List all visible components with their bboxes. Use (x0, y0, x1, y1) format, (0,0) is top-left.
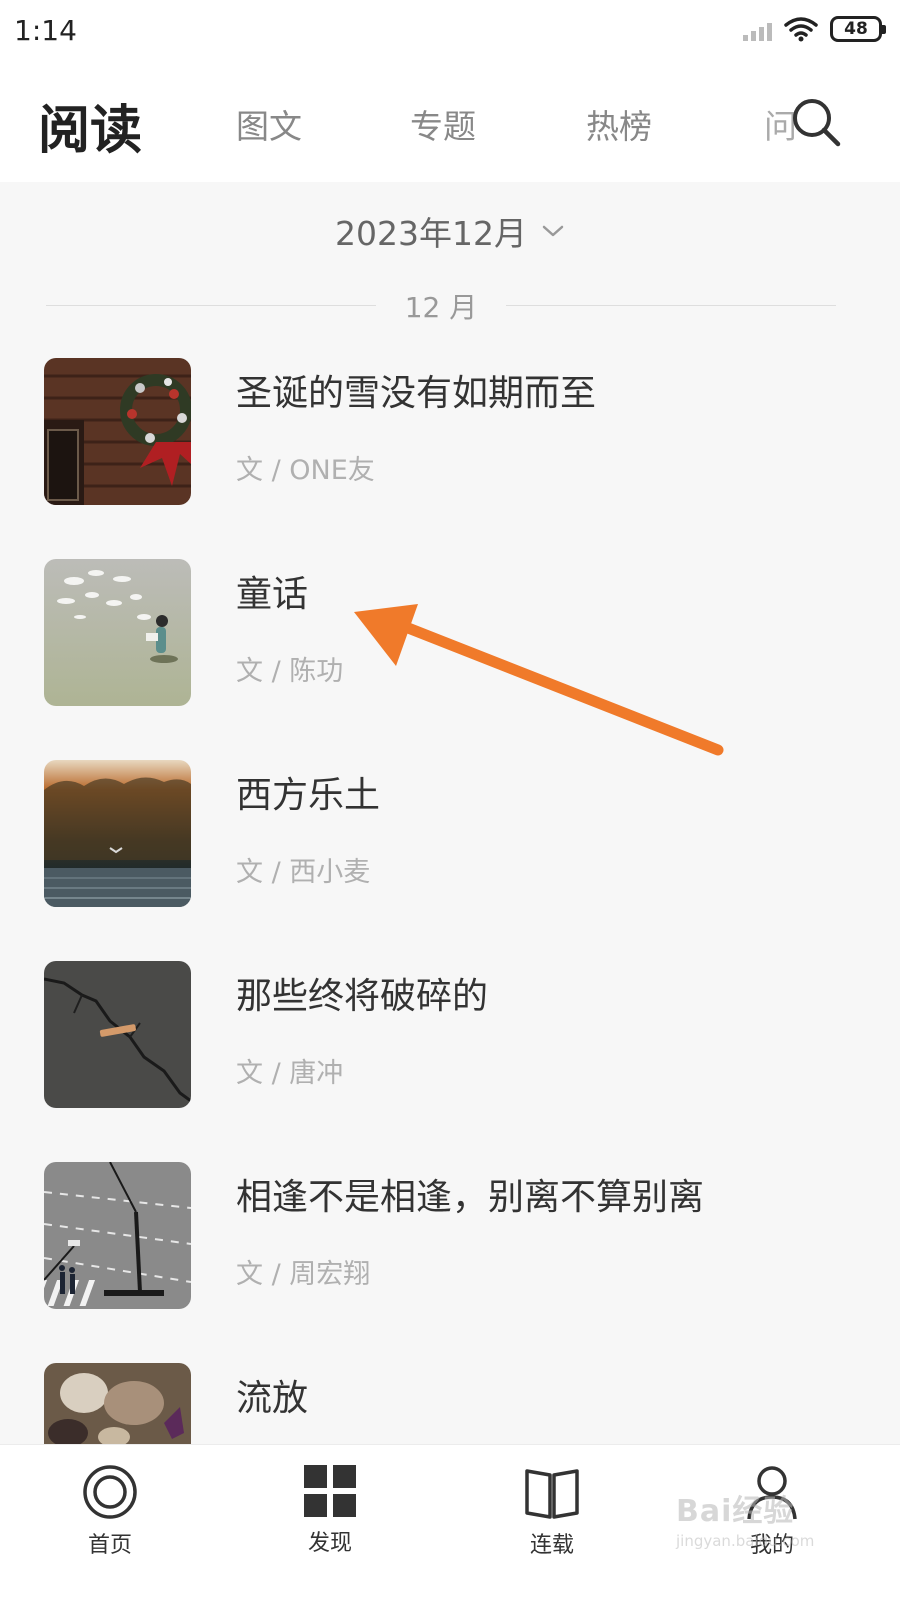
article-item[interactable]: 那些终将破碎的 文 / 唐冲 (0, 961, 900, 1111)
search-button[interactable] (788, 94, 844, 150)
article-author: 文 / 西小麦 (236, 857, 371, 888)
section-divider: 12 月 (46, 284, 836, 328)
bottom-nav: 首页 发现 连载 我的 (0, 1444, 900, 1600)
divider-line-left (46, 305, 376, 306)
bottom-tab-label: 发现 (307, 1531, 352, 1556)
tab-graphic[interactable]: 图文 (236, 100, 302, 148)
article-author: 文 / 陈功 (236, 656, 344, 687)
grid-icon (304, 1465, 356, 1517)
bottom-tab-home[interactable]: 首页 (50, 1463, 170, 1559)
battery-icon: 48 (830, 16, 886, 42)
divider-line-right (506, 305, 836, 306)
status-time: 1:14 (14, 14, 77, 47)
bottom-tab-label: 我的 (749, 1533, 794, 1558)
arrow-shaft (392, 618, 724, 756)
article-thumbnail (44, 760, 191, 907)
article-title: 那些终将破碎的 (236, 976, 489, 1017)
article-thumbnail (44, 358, 191, 505)
article-author: 文 / 周宏翔 (236, 1259, 371, 1290)
wifi-icon (784, 16, 818, 42)
signal-icon (743, 17, 772, 41)
battery-level: 48 (844, 19, 868, 39)
chevron-down-icon (542, 225, 564, 237)
tab-hot-list[interactable]: 热榜 (586, 100, 652, 148)
status-icons: 48 (743, 16, 886, 42)
bottom-tab-label: 连载 (529, 1533, 574, 1558)
article-thumbnail (44, 559, 191, 706)
home-icon (83, 1465, 137, 1519)
bottom-tab-label: 首页 (87, 1533, 132, 1558)
tab-topics[interactable]: 专题 (410, 100, 476, 148)
article-title: 圣诞的雪没有如期而至 (236, 373, 597, 414)
article-item[interactable]: 流放 (0, 1363, 900, 1444)
article-item[interactable]: 圣诞的雪没有如期而至 文 / ONE友 (0, 358, 900, 508)
person-icon (747, 1466, 797, 1520)
arrow-head (354, 604, 418, 666)
article-thumbnail (44, 961, 191, 1108)
article-title: 西方乐土 (236, 775, 381, 816)
month-selector[interactable]: 2023年12月 (0, 206, 900, 256)
annotation-arrow-icon (354, 604, 724, 756)
article-author: 文 / 唐冲 (236, 1058, 344, 1089)
article-title: 流放 (236, 1378, 309, 1419)
article-title: 相逢不是相逢，别离不算别离 (236, 1177, 705, 1218)
article-list: 圣诞的雪没有如期而至 文 / ONE友 童话 文 / 陈功 西方乐土 文 / 西… (0, 358, 900, 1444)
book-icon (525, 1469, 579, 1519)
bottom-tab-serial[interactable]: 连载 (492, 1463, 612, 1559)
article-thumbnail (44, 1162, 191, 1309)
nav-title-reading[interactable]: 阅读 (38, 88, 142, 163)
bottom-tab-discover[interactable]: 发现 (270, 1463, 390, 1557)
month-label: 2023年12月 (335, 214, 527, 253)
bottom-tab-mine[interactable]: 我的 (712, 1463, 832, 1559)
search-icon (793, 99, 841, 147)
section-label: 12 月 (404, 291, 478, 324)
article-thumbnail (44, 1363, 191, 1444)
article-title: 童话 (236, 574, 309, 615)
article-author: 文 / ONE友 (236, 455, 375, 486)
article-item[interactable]: 相逢不是相逢，别离不算别离 文 / 周宏翔 (0, 1162, 900, 1312)
top-nav: 阅读 图文 专题 热榜 问 (0, 60, 900, 182)
reading-app: 1:14 48 阅读 图文 专题 热榜 问 2023年12月 12 月 圣诞的雪… (0, 0, 900, 1600)
status-bar: 1:14 48 (0, 0, 900, 60)
article-item[interactable]: 西方乐土 文 / 西小麦 (0, 760, 900, 910)
